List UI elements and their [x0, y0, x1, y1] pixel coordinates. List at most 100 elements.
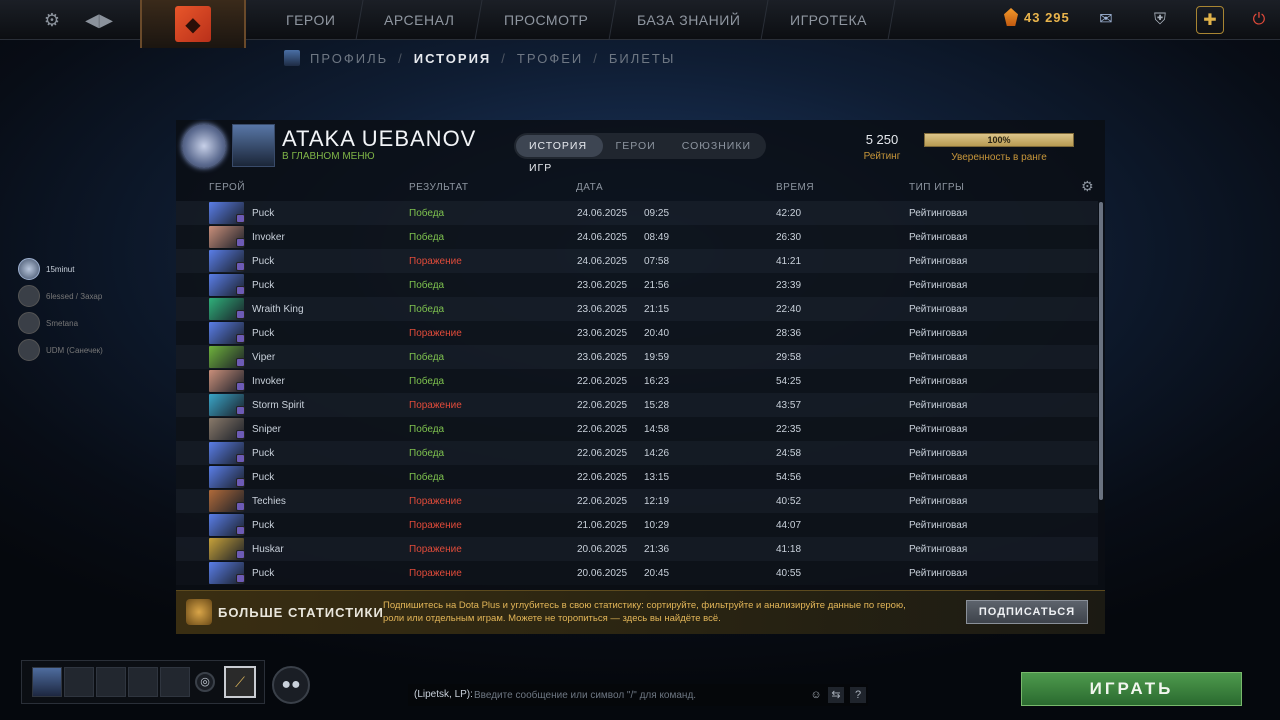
nav-learn[interactable]: БАЗА ЗНАНИЙ — [609, 0, 770, 40]
table-header: ГЕРОЙ РЕЗУЛЬТАТ ДАТА ВРЕМЯ ТИП ИГРЫ ⚙ — [176, 178, 1105, 198]
table-row[interactable]: Puck Поражение 21.06.2025 10:29 44:07 Рейтинг… — [176, 513, 1098, 537]
match-date: 22.06.2025 — [577, 472, 628, 483]
table-row[interactable]: Puck Победа 23.06.2025 21:56 23:39 Рейтингова… — [176, 273, 1098, 297]
table-row[interactable]: Invoker Победа 22.06.2025 16:23 54:25 Рейтинг… — [176, 369, 1098, 393]
hero-name: Puck — [252, 568, 275, 579]
confidence-label: Уверенность в ранге — [951, 152, 1047, 163]
col-duration[interactable]: ВРЕМЯ — [776, 182, 814, 193]
col-result[interactable]: РЕЗУЛЬТАТ — [409, 182, 468, 193]
table-row[interactable]: Puck Поражение 24.06.2025 07:58 41:21 Рейтинг… — [176, 249, 1098, 273]
chat-bubble-icon[interactable]: ✉ — [1092, 6, 1120, 34]
gear-icon[interactable]: ⚙ — [1081, 178, 1094, 195]
hero-name: Wraith King — [252, 304, 304, 315]
table-row[interactable]: Viper Победа 23.06.2025 19:59 29:58 Рейтингов… — [176, 345, 1098, 369]
gear-icon[interactable]: ⚙ — [40, 8, 64, 32]
match-duration: 41:21 — [776, 256, 802, 267]
play-button[interactable]: ИГРАТЬ — [1021, 672, 1242, 706]
table-row[interactable]: Techies Поражение 22.06.2025 12:19 40:52 Рейт… — [176, 489, 1098, 513]
nav-armory[interactable]: АРСЕНАЛ — [356, 0, 484, 40]
friend-item[interactable]: UDM (Санечек) — [18, 339, 103, 361]
match-result: Поражение — [409, 400, 462, 411]
emoticon-icon[interactable]: ☺ — [808, 687, 824, 703]
role-badge-icon — [236, 502, 245, 511]
match-duration: 26:30 — [776, 232, 802, 243]
match-type: Рейтинговая — [909, 472, 968, 483]
subscribe-button[interactable]: ПОДПИСАТЬСЯ — [966, 600, 1088, 624]
col-game-type[interactable]: ТИП ИГРЫ — [909, 182, 964, 193]
party-slot-empty[interactable] — [128, 667, 158, 697]
match-time: 13:15 — [644, 472, 670, 483]
col-date[interactable]: ДАТА — [576, 182, 603, 193]
hero-name: Invoker — [252, 232, 285, 243]
match-type: Рейтинговая — [909, 496, 968, 507]
player-avatar[interactable] — [232, 124, 275, 167]
nav-heroes[interactable]: ГЕРОИ — [258, 0, 364, 40]
match-date: 22.06.2025 — [577, 376, 628, 387]
friend-item[interactable]: Smetana — [18, 312, 78, 334]
table-row[interactable]: Storm Spirit Поражение 22.06.2025 15:28 43:5… — [176, 393, 1098, 417]
table-row[interactable]: Wraith King Победа 23.06.2025 21:15 22:40 Рей… — [176, 297, 1098, 321]
table-row[interactable]: Huskar Поражение 20.06.2025 21:36 41:18 Рейти… — [176, 537, 1098, 561]
battle-pass-icon[interactable]: ⟋ — [224, 666, 256, 698]
match-result: Победа — [409, 352, 445, 363]
dota-logo-button[interactable]: ◆ — [140, 0, 246, 48]
match-history-panel: ATAKA UEBANOV В ГЛАВНОМ МЕНЮ ИСТОРИЯ ИГР… — [176, 120, 1105, 634]
tab-match-history[interactable]: ИСТОРИЯ ИГР — [516, 135, 603, 174]
friend-avatar — [18, 285, 40, 307]
match-time: 20:40 — [644, 328, 670, 339]
scrollbar[interactable] — [1099, 202, 1103, 500]
party-slot-empty[interactable] — [64, 667, 94, 697]
headset-icon[interactable]: ◎ — [195, 672, 215, 692]
match-time: 15:28 — [644, 400, 670, 411]
friend-avatar — [18, 258, 40, 280]
table-row[interactable]: Puck Победа 22.06.2025 13:15 54:56 Рейтингова… — [176, 465, 1098, 489]
match-type: Рейтинговая — [909, 304, 968, 315]
help-button[interactable]: ? — [850, 687, 866, 703]
dota-plus-icon[interactable]: ✚ — [1196, 6, 1224, 34]
match-result: Победа — [409, 448, 445, 459]
player-name: ATAKA UEBANOV — [282, 126, 477, 151]
subnav-tickets[interactable]: БИЛЕТЫ — [609, 51, 676, 66]
match-type: Рейтинговая — [909, 568, 968, 579]
table-row[interactable]: Puck Победа 24.06.2025 09:25 42:20 Рейтингова… — [176, 201, 1098, 225]
table-row[interactable]: Puck Победа 22.06.2025 14:26 24:58 Рейтингова… — [176, 441, 1098, 465]
tab-heroes[interactable]: ГЕРОИ — [603, 135, 669, 157]
hero-name: Puck — [252, 208, 275, 219]
table-row[interactable]: Sniper Победа 22.06.2025 14:58 22:35 Рейтинго… — [176, 417, 1098, 441]
subnav-history[interactable]: ИСТОРИЯ — [414, 51, 492, 66]
match-type: Рейтинговая — [909, 544, 968, 555]
party-slot-empty[interactable] — [160, 667, 190, 697]
history-tabs: ИСТОРИЯ ИГР ГЕРОИ СОЮЗНИКИ — [514, 133, 766, 174]
chat-input[interactable] — [474, 687, 804, 703]
friend-item[interactable]: 15minut — [18, 258, 74, 280]
armory-icon[interactable]: ⛨ — [1146, 6, 1174, 34]
party-slot-empty[interactable] — [96, 667, 126, 697]
col-hero[interactable]: ГЕРОЙ — [209, 182, 245, 193]
nav-watch[interactable]: ПРОСМОТР — [476, 0, 617, 40]
chat-settings-icon[interactable]: ⇆ — [828, 687, 844, 703]
match-type: Рейтинговая — [909, 400, 968, 411]
subnav-trophies[interactable]: ТРОФЕИ — [517, 51, 583, 66]
role-badge-icon — [236, 526, 245, 535]
table-row[interactable]: Puck Поражение 20.06.2025 20:45 40:55 Рейтинг… — [176, 561, 1098, 585]
shards-counter[interactable]: 43 295 — [1004, 8, 1070, 26]
tab-allies[interactable]: СОЮЗНИКИ — [669, 135, 764, 157]
hero-name: Storm Spirit — [252, 400, 305, 411]
friend-item[interactable]: 6lessed / Захар — [18, 285, 102, 307]
match-type: Рейтинговая — [909, 280, 968, 291]
forward-arrow-icon[interactable]: ▶ — [94, 8, 118, 32]
role-badge-icon — [236, 550, 245, 559]
match-duration: 23:39 — [776, 280, 802, 291]
table-row[interactable]: Invoker Победа 24.06.2025 08:49 26:30 Рейтинг… — [176, 225, 1098, 249]
subnav-separator: / — [593, 50, 599, 66]
role-badge-icon — [236, 454, 245, 463]
chat-channel[interactable]: (Lipetsk, LP): — [414, 689, 473, 700]
table-row[interactable]: Puck Поражение 23.06.2025 20:40 28:36 Рейтинг… — [176, 321, 1098, 345]
subnav-profile[interactable]: ПРОФИЛЬ — [310, 51, 388, 66]
party-icon[interactable]: ●● — [272, 666, 310, 704]
power-icon[interactable]: ⏻ — [1245, 6, 1273, 34]
nav-arcade[interactable]: ИГРОТЕКА — [762, 0, 896, 40]
shards-value: 43 295 — [1024, 9, 1070, 25]
match-duration: 29:58 — [776, 352, 802, 363]
party-slot-self[interactable] — [32, 667, 62, 697]
